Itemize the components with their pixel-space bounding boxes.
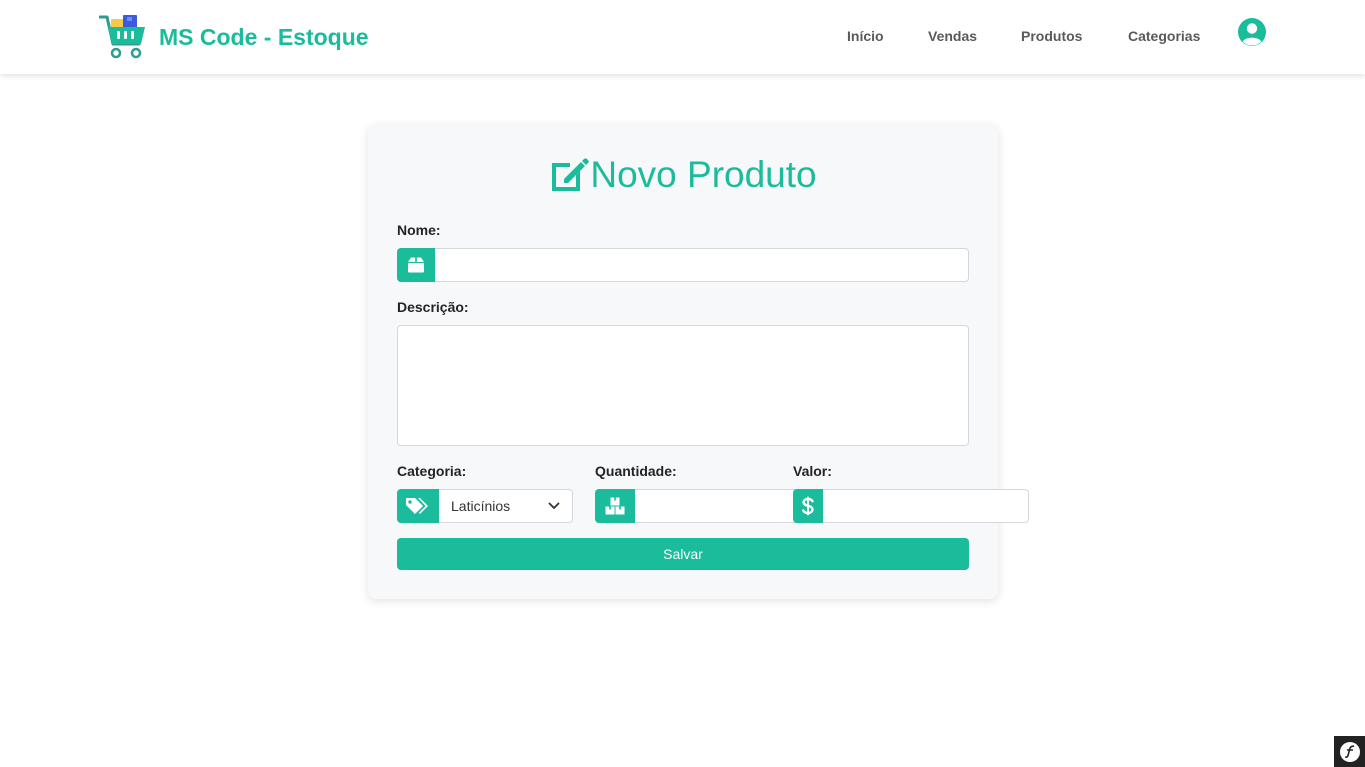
nome-input-group — [397, 248, 969, 282]
nav-menu: Início Vendas Produtos Categorias — [0, 26, 1365, 46]
quantidade-label: Quantidade: — [595, 463, 677, 479]
categoria-select[interactable]: Laticínios — [439, 489, 573, 523]
nav-link-produtos[interactable]: Produtos — [1021, 26, 1082, 46]
navbar: MS Code - Estoque Início Vendas Produtos… — [0, 0, 1365, 74]
nome-label: Nome: — [397, 222, 441, 238]
descricao-textarea[interactable] — [397, 325, 969, 446]
dollar-icon — [793, 489, 823, 523]
categoria-label: Categoria: — [397, 463, 467, 479]
nav-link-vendas[interactable]: Vendas — [928, 26, 977, 46]
box-icon — [397, 248, 435, 282]
save-button[interactable]: Salvar — [397, 538, 969, 570]
tags-icon — [397, 489, 439, 523]
valor-label: Valor: — [793, 463, 832, 479]
boxes-icon — [595, 489, 635, 523]
categoria-selected-value: Laticínios — [451, 498, 511, 514]
user-circle-icon[interactable] — [1237, 17, 1267, 47]
quantidade-input-group — [595, 489, 841, 523]
edit-icon — [552, 158, 590, 191]
valor-input[interactable] — [823, 489, 1029, 523]
form-title-text: Novo Produto — [590, 154, 817, 195]
symfony-icon[interactable] — [1334, 736, 1365, 767]
nav-link-inicio[interactable]: Início — [847, 26, 884, 46]
valor-input-group — [793, 489, 1029, 523]
chevron-down-icon — [548, 502, 560, 509]
nome-input[interactable] — [435, 248, 969, 282]
categoria-input-group: Laticínios — [397, 489, 573, 523]
descricao-label: Descrição: — [397, 299, 469, 315]
form-title: Novo Produto — [0, 153, 1365, 197]
nav-link-categorias[interactable]: Categorias — [1128, 26, 1200, 46]
